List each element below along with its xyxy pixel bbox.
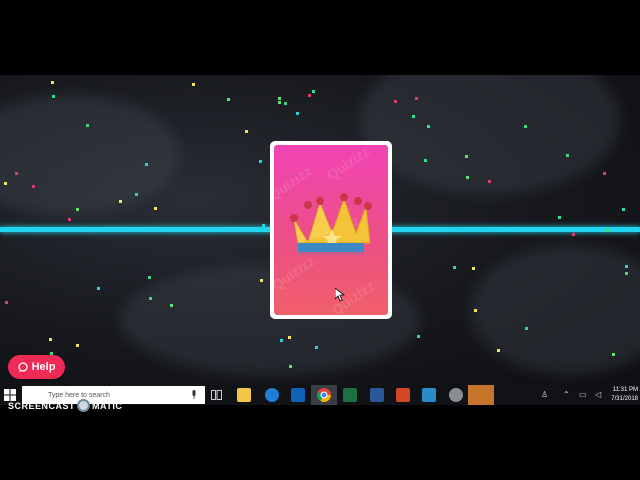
confetti-piece <box>288 336 291 339</box>
confetti-piece <box>76 208 79 211</box>
confetti-piece <box>497 349 500 352</box>
crown-icon <box>290 193 372 255</box>
confetti-piece <box>606 229 609 232</box>
screencast-watermark: SCREENCAST MATIC <box>8 399 122 412</box>
clock-date: 7/31/2018 <box>611 396 638 402</box>
confetti-piece <box>472 267 475 270</box>
confetti-piece <box>412 115 415 118</box>
edge-icon[interactable] <box>265 388 279 402</box>
chrome-active-tab[interactable] <box>311 385 337 405</box>
chat-bubble-icon <box>17 362 28 372</box>
confetti-piece <box>566 154 569 157</box>
confetti-piece <box>278 101 281 104</box>
confetti-piece <box>149 297 152 300</box>
volume-icon[interactable]: ◁ <box>595 390 601 399</box>
mail-icon[interactable] <box>449 388 463 402</box>
taskbar-clock[interactable]: 11:31 PM 7/31/2018 <box>611 386 638 404</box>
confetti-piece <box>278 97 281 100</box>
confetti-piece <box>260 279 263 282</box>
confetti-piece <box>612 353 615 356</box>
battery-icon[interactable]: ▭ <box>579 390 587 399</box>
file-explorer-icon[interactable] <box>237 388 251 402</box>
confetti-piece <box>262 224 265 227</box>
search-placeholder: Type here to search <box>48 391 110 399</box>
confetti-piece <box>284 102 287 105</box>
app-icon-2[interactable] <box>468 385 494 405</box>
chrome-icon <box>317 388 331 402</box>
letterbox-top <box>0 0 640 75</box>
confetti-piece <box>424 159 427 162</box>
screencast-logo-icon <box>77 399 91 412</box>
task-view-icon[interactable] <box>211 390 222 400</box>
confetti-piece <box>49 338 52 341</box>
confetti-piece <box>259 160 262 163</box>
confetti-piece <box>417 335 420 338</box>
confetti-piece <box>4 182 7 185</box>
confetti-piece <box>315 346 318 349</box>
confetti-piece <box>148 276 151 279</box>
confetti-piece <box>466 176 469 179</box>
excel-icon[interactable] <box>343 388 357 402</box>
outlook-icon[interactable] <box>291 388 305 402</box>
confetti-piece <box>572 233 575 236</box>
confetti-piece <box>145 163 148 166</box>
letterbox-bottom <box>0 405 640 480</box>
confetti-piece <box>625 265 628 268</box>
confetti-piece <box>52 95 55 98</box>
confetti-piece <box>68 218 71 221</box>
confetti-piece <box>603 172 606 175</box>
confetti-piece <box>154 207 157 210</box>
confetti-piece <box>227 98 230 101</box>
confetti-piece <box>453 266 456 269</box>
card-face: Quizizz Quizizz Quizizz Quizizz Quizizz <box>274 145 388 315</box>
confetti-piece <box>289 365 292 368</box>
confetti-piece <box>51 81 54 84</box>
confetti-piece <box>32 185 35 188</box>
clock-time: 11:31 PM <box>612 387 638 393</box>
confetti-piece <box>488 180 491 183</box>
screencast-left-text: SCREENCAST <box>8 400 76 411</box>
confetti-piece <box>308 94 311 97</box>
confetti-piece <box>558 216 561 219</box>
confetti-piece <box>625 272 628 275</box>
confetti-piece <box>170 304 173 307</box>
help-button[interactable]: Help <box>8 355 65 379</box>
confetti-piece <box>76 344 79 347</box>
confetti-piece <box>465 155 468 158</box>
confetti-piece <box>119 200 122 203</box>
confetti-piece <box>474 309 477 312</box>
confetti-piece <box>5 301 8 304</box>
microphone-icon[interactable] <box>191 390 197 400</box>
confetti-piece <box>192 83 195 86</box>
confetti-piece <box>394 100 397 103</box>
chevron-up-icon[interactable]: ⌃ <box>563 390 570 399</box>
confetti-piece <box>86 124 89 127</box>
card-watermark: Quizizz <box>323 145 373 184</box>
confetti-piece <box>427 125 430 128</box>
confetti-piece <box>135 193 138 196</box>
word-icon[interactable] <box>370 388 384 402</box>
confetti-piece <box>280 339 283 342</box>
confetti-piece <box>97 287 100 290</box>
app-icon[interactable] <box>422 388 436 402</box>
confetti-piece <box>524 125 527 128</box>
powerpoint-icon[interactable] <box>396 388 410 402</box>
background-swirl <box>0 95 180 215</box>
confetti-piece <box>15 172 18 175</box>
confetti-piece <box>525 327 528 330</box>
confetti-piece <box>312 90 315 93</box>
background-swirl <box>360 75 620 195</box>
confetti-piece <box>245 130 248 133</box>
power-up-card[interactable]: Quizizz Quizizz Quizizz Quizizz Quizizz <box>270 141 392 319</box>
people-icon[interactable]: ♙ <box>541 390 548 399</box>
screencast-right-text: MATIC <box>92 400 123 411</box>
game-screen: Quizizz Quizizz Quizizz Quizizz Quizizz <box>0 75 640 385</box>
confetti-piece <box>296 112 299 115</box>
help-label: Help <box>31 361 56 373</box>
mouse-cursor-icon <box>335 288 345 302</box>
confetti-piece <box>622 208 625 211</box>
confetti-piece <box>415 97 418 100</box>
